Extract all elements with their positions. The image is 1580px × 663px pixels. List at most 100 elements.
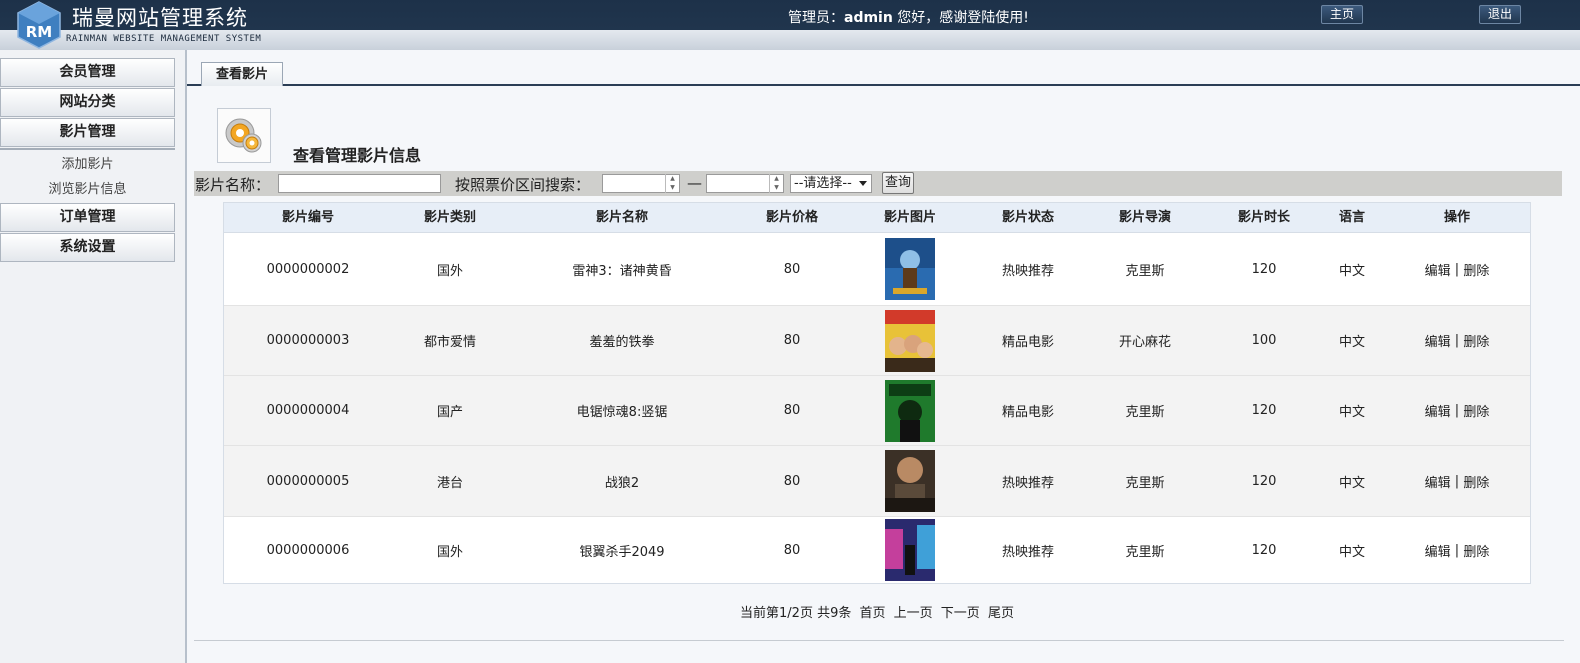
footer-divider [194,640,1564,641]
cell-category: 港台 [436,475,463,491]
action-separator: | [1454,333,1460,348]
price-min-spinner[interactable]: ▲ ▼ [665,174,679,193]
cell-duration: 120 [1251,261,1277,277]
table-row: 0000000006 国外 银翼杀手2049 80 热映推荐 克里斯 120 中… [224,517,1530,583]
cell-actions: 编辑 | 删除 [1382,306,1532,375]
edit-link[interactable]: 编辑 [1425,331,1451,350]
tab-bar: 查看影片 [187,57,1580,86]
edit-link[interactable]: 编辑 [1425,401,1451,420]
welcome-message: 管理员：admin 您好，感谢登陆使用! [788,7,1029,27]
logo-icon: RM [17,1,61,49]
col-header-name: 影片名称 [595,210,648,225]
pager-prev-link[interactable]: 上一页 [894,606,933,621]
delete-link[interactable]: 删除 [1463,260,1489,279]
app-title: 瑞曼网站管理系统 [72,6,248,30]
cell-director: 克里斯 [1125,475,1165,491]
cell-name: 战狼2 [604,475,640,491]
edit-link[interactable]: 编辑 [1425,472,1451,491]
cell-image [848,376,972,445]
cell-status: 精品电影 [1001,405,1054,420]
cell-price: 80 [783,542,801,558]
price-max-spinner[interactable]: ▲ ▼ [769,174,783,193]
status-select[interactable]: --请选择-- [790,174,872,193]
cell-language: 中文 [1338,475,1365,491]
col-header-category: 影片类别 [423,210,476,225]
pagination: 当前第1/2页 共9条 首页 上一页 下一页 尾页 [187,602,1567,621]
action-separator: | [1454,261,1460,277]
cell-price: 80 [783,473,801,489]
page-title: 查看管理影片信息 [293,146,422,165]
cell-language: 中文 [1338,335,1365,350]
cell-category: 国外 [436,263,463,279]
sidebar-item-categories[interactable]: 网站分类 [0,88,175,117]
delete-link[interactable]: 删除 [1463,331,1489,350]
pager-first-link[interactable]: 首页 [859,606,885,621]
cell-actions: 编辑 | 删除 [1382,517,1532,583]
cell-duration: 120 [1251,403,1277,418]
cell-name: 羞羞的铁拳 [589,335,655,350]
cell-actions: 编辑 | 删除 [1382,233,1532,305]
cell-name: 电锯惊魂8:竖锯 [576,405,668,420]
range-dash: — [687,174,702,192]
cell-id: 0000000003 [266,333,350,348]
top-header: RM 瑞曼网站管理系统 RAINMAN WEBSITE MANAGEMENT S… [0,0,1580,50]
tab-view-movies[interactable]: 查看影片 [201,62,283,86]
status-select-value: --请选择-- [794,176,852,191]
action-separator: | [1454,473,1460,489]
col-header-image: 影片图片 [883,210,936,225]
cell-id: 0000000006 [266,542,350,558]
edit-link[interactable]: 编辑 [1425,541,1451,560]
cell-director: 克里斯 [1125,405,1165,420]
cell-image [848,517,972,583]
edit-link[interactable]: 编辑 [1425,260,1451,279]
price-range-label: 按照票价区间搜索： [455,176,591,194]
cell-director: 开心麻花 [1118,335,1171,350]
delete-link[interactable]: 删除 [1463,541,1489,560]
welcome-suffix: 您好，感谢登陆使用! [892,10,1029,26]
pager-last-link[interactable]: 尾页 [988,606,1014,621]
sidebar-divider [0,148,175,150]
logout-button[interactable]: 退出 [1479,5,1521,24]
cell-name: 雷神3：诸神黄昏 [572,263,672,279]
col-header-id: 影片编号 [281,210,334,225]
sidebar-item-members[interactable]: 会员管理 [0,58,175,87]
delete-link[interactable]: 删除 [1463,472,1489,491]
app-subtitle: RAINMAN WEBSITE MANAGEMENT SYSTEM [66,34,262,44]
movie-name-input[interactable] [278,174,441,193]
cell-id: 0000000002 [266,261,350,277]
action-separator: | [1454,403,1460,418]
action-separator: | [1454,542,1460,558]
cell-image [848,233,972,305]
cell-director: 克里斯 [1125,263,1165,279]
chevron-down-icon [859,181,867,186]
movie-table: 影片编号 影片类别 影片名称 影片价格 影片图片 影片状态 影片导演 影片时长 … [223,202,1531,584]
home-button[interactable]: 主页 [1321,5,1363,24]
table-row: 0000000003 都市爱情 羞羞的铁拳 80 精品电影 开心麻花 100 中… [224,306,1530,376]
cell-duration: 100 [1251,333,1277,348]
cell-status: 热映推荐 [1001,263,1054,279]
table-row: 0000000005 港台 战狼2 80 热映推荐 克里斯 120 中文 编辑 … [224,446,1530,517]
main-content: 查看影片 查看管理影片信息 影片名称： 按照票价区间搜索： ▲ ▼ — ▲ ▼ --… [187,50,1580,663]
pager-info: 当前第1/2页 共9条 [740,606,852,621]
sidebar-item-orders[interactable]: 订单管理 [0,203,175,232]
cell-id: 0000000005 [266,473,350,489]
cell-image [848,446,972,516]
pager-next-link[interactable]: 下一页 [941,606,980,621]
sidebar-item-settings[interactable]: 系统设置 [0,233,175,262]
movie-poster-image [885,309,935,372]
sidebar-subitem-add-movie[interactable]: 添加影片 [0,152,175,177]
sidebar-item-movies[interactable]: 影片管理 [0,118,175,147]
cell-price: 80 [783,333,801,348]
col-header-language: 语言 [1338,210,1365,225]
cell-duration: 120 [1251,473,1277,489]
col-header-director: 影片导演 [1118,210,1171,225]
query-button[interactable]: 查询 [882,172,914,194]
movie-poster-image [885,450,935,512]
table-row: 0000000004 国产 电锯惊魂8:竖锯 80 精品电影 克里斯 120 中… [224,376,1530,446]
movie-poster-image [885,519,935,581]
delete-link[interactable]: 删除 [1463,401,1489,420]
cell-language: 中文 [1338,405,1365,420]
gear-icon [225,118,262,153]
cell-name: 银翼杀手2049 [579,544,665,560]
sidebar-subitem-browse-movies[interactable]: 浏览影片信息 [0,177,175,202]
